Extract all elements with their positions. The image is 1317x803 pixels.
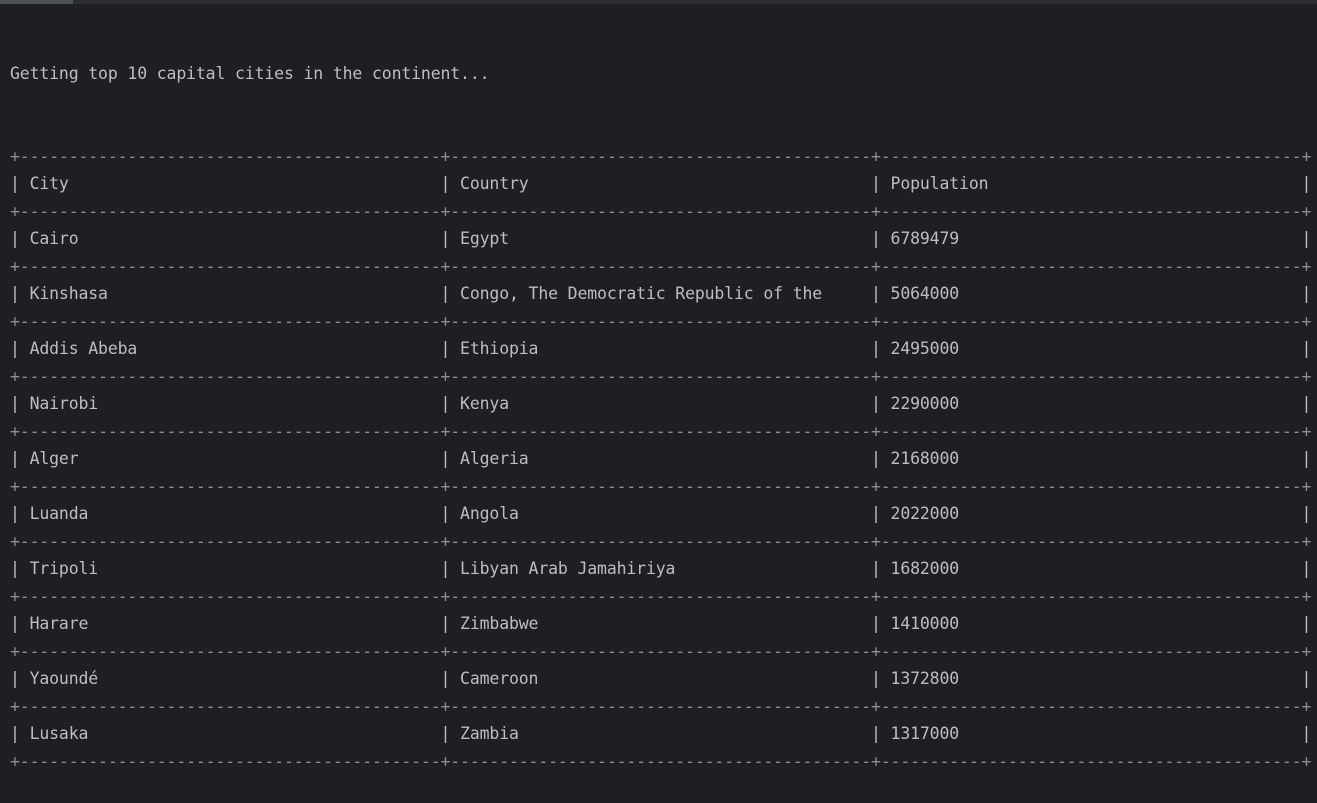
table-border: +---------------------------------------… <box>10 476 1312 496</box>
table-border: +---------------------------------------… <box>10 366 1312 386</box>
table-row: | Lusaka | Zambia | 1317000 | <box>10 724 1312 743</box>
table-row: | Addis Abeba | Ethiopia | 2495000 | <box>10 339 1312 358</box>
table-border: +---------------------------------------… <box>10 531 1312 551</box>
table-row: | Nairobi | Kenya | 2290000 | <box>10 394 1312 413</box>
table-header-row: | City | Country | Population | <box>10 174 1312 193</box>
console-top-scrollbar[interactable] <box>0 0 1317 4</box>
table-row: | Alger | Algeria | 2168000 | <box>10 449 1312 468</box>
table-border: +---------------------------------------… <box>10 256 1312 276</box>
table-row: | Tripoli | Libyan Arab Jamahiriya | 168… <box>10 559 1312 578</box>
table-row: | Harare | Zimbabwe | 1410000 | <box>10 614 1312 633</box>
table-border: +---------------------------------------… <box>10 201 1312 221</box>
table-row: | Yaoundé | Cameroon | 1372800 | <box>10 669 1312 688</box>
table-border: +---------------------------------------… <box>10 421 1312 441</box>
table-row: | Kinshasa | Congo, The Democratic Repub… <box>10 284 1312 303</box>
table-border: +---------------------------------------… <box>10 146 1312 166</box>
status-message: Getting top 10 capital cities in the con… <box>10 64 490 83</box>
table-border: +---------------------------------------… <box>10 311 1312 331</box>
scrollbar-thumb[interactable] <box>0 0 73 4</box>
table-border: +---------------------------------------… <box>10 696 1312 716</box>
capital-cities-table: +---------------------------------------… <box>10 143 1311 776</box>
table-row: | Luanda | Angola | 2022000 | <box>10 504 1312 523</box>
table-border: +---------------------------------------… <box>10 586 1312 606</box>
table-border: +---------------------------------------… <box>10 751 1312 771</box>
table-row: | Cairo | Egypt | 6789479 | <box>10 229 1312 248</box>
table-border: +---------------------------------------… <box>10 641 1312 661</box>
console-output: Getting top 10 capital cities in the con… <box>10 5 1311 803</box>
